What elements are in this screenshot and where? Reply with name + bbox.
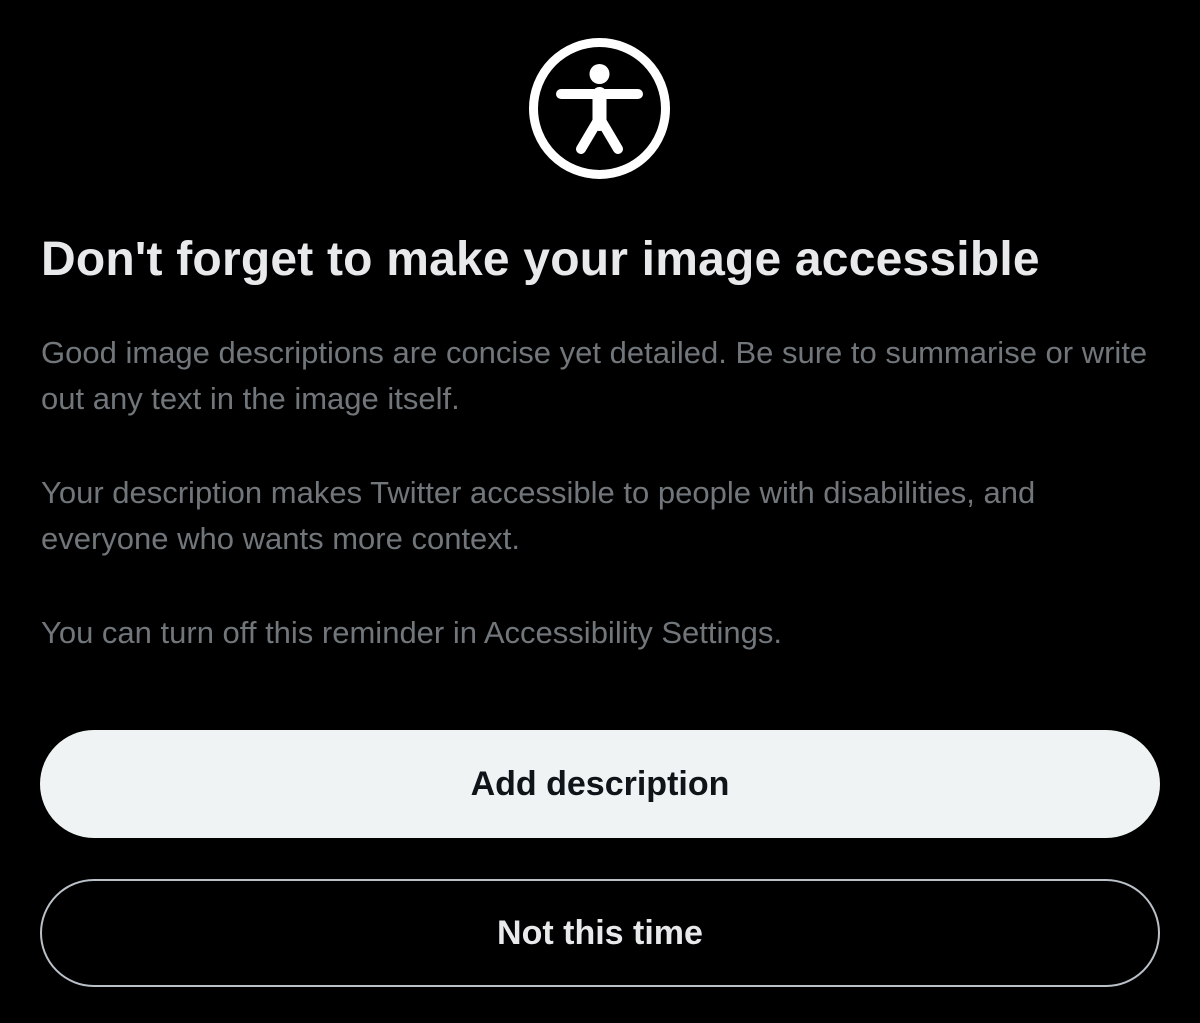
settings-hint-paragraph: You can turn off this reminder in Access…	[41, 615, 782, 650]
accessibility-icon	[527, 36, 672, 181]
add-description-button[interactable]: Add description	[40, 730, 1160, 838]
accessibility-reminder-dialog: Don't forget to make your image accessib…	[0, 0, 1200, 1023]
dialog-title: Don't forget to make your image accessib…	[41, 233, 1040, 286]
description-paragraph-1: Good image descriptions are concise yet …	[41, 335, 1148, 416]
not-this-time-button[interactable]: Not this time	[40, 879, 1160, 987]
description-paragraph-2: Your description makes Twitter accessibl…	[41, 475, 1036, 556]
